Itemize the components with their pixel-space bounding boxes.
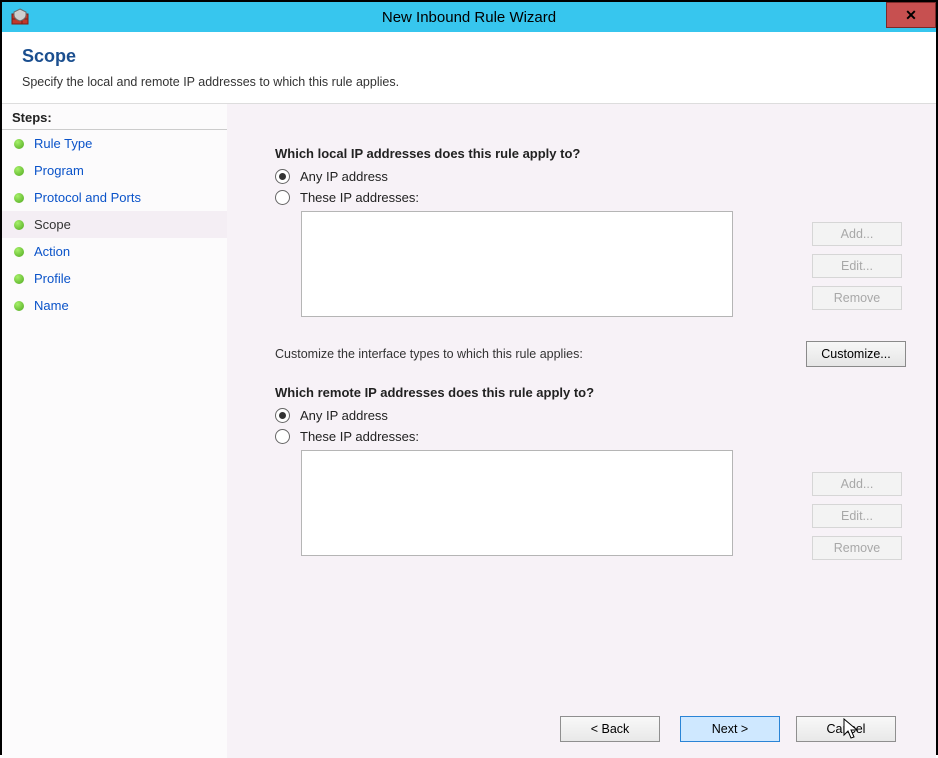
- title-bar[interactable]: New Inbound Rule Wizard ✕: [2, 2, 936, 32]
- step-rule-type[interactable]: Rule Type: [2, 130, 227, 157]
- step-bullet-icon: [14, 220, 24, 230]
- step-label: Program: [34, 163, 84, 178]
- cancel-button[interactable]: Cancel: [796, 716, 896, 742]
- remote-any-label: Any IP address: [300, 408, 388, 423]
- local-edit-button[interactable]: Edit...: [812, 254, 902, 278]
- remote-edit-button[interactable]: Edit...: [812, 504, 902, 528]
- remote-any-radio-row[interactable]: Any IP address: [275, 408, 906, 423]
- remote-buttons: Add... Edit... Remove: [812, 472, 902, 560]
- step-bullet-icon: [14, 139, 24, 149]
- remote-any-radio[interactable]: [275, 408, 290, 423]
- local-remove-button[interactable]: Remove: [812, 286, 902, 310]
- step-bullet-icon: [14, 166, 24, 176]
- customize-button[interactable]: Customize...: [806, 341, 906, 367]
- local-any-radio-row[interactable]: Any IP address: [275, 169, 906, 184]
- main-panel: Which local IP addresses does this rule …: [227, 103, 936, 758]
- back-button[interactable]: < Back: [560, 716, 660, 742]
- step-bullet-icon: [14, 247, 24, 257]
- remote-these-label: These IP addresses:: [300, 429, 419, 444]
- step-profile[interactable]: Profile: [2, 265, 227, 292]
- step-name[interactable]: Name: [2, 292, 227, 319]
- step-label: Profile: [34, 271, 71, 286]
- step-scope[interactable]: Scope: [2, 211, 227, 238]
- local-these-radio-row[interactable]: These IP addresses:: [275, 190, 906, 205]
- remote-these-radio-row[interactable]: These IP addresses:: [275, 429, 906, 444]
- step-label: Name: [34, 298, 69, 313]
- window-title: New Inbound Rule Wizard: [2, 9, 936, 26]
- local-add-button[interactable]: Add...: [812, 222, 902, 246]
- step-label: Rule Type: [34, 136, 92, 151]
- close-icon: ✕: [905, 7, 917, 24]
- remote-add-button[interactable]: Add...: [812, 472, 902, 496]
- customize-row: Customize the interface types to which t…: [275, 341, 906, 367]
- remote-remove-button[interactable]: Remove: [812, 536, 902, 560]
- next-button[interactable]: Next >: [680, 716, 780, 742]
- step-protocol-and-ports[interactable]: Protocol and Ports: [2, 184, 227, 211]
- local-ip-listbox[interactable]: [301, 211, 733, 317]
- remote-ip-listbox[interactable]: [301, 450, 733, 556]
- page-subtitle: Specify the local and remote IP addresse…: [22, 75, 916, 89]
- local-any-radio[interactable]: [275, 169, 290, 184]
- window-frame: New Inbound Rule Wizard ✕ Scope Specify …: [0, 0, 938, 755]
- local-question: Which local IP addresses does this rule …: [275, 146, 906, 161]
- customize-text: Customize the interface types to which t…: [275, 347, 806, 361]
- footer: < Back Next > Cancel: [227, 700, 936, 758]
- local-any-label: Any IP address: [300, 169, 388, 184]
- local-these-label: These IP addresses:: [300, 190, 419, 205]
- local-buttons: Add... Edit... Remove: [812, 222, 902, 310]
- page-header: Scope Specify the local and remote IP ad…: [2, 32, 936, 103]
- remote-these-radio[interactable]: [275, 429, 290, 444]
- steps-sidebar: Steps: Rule Type Program Protocol and Port…: [2, 103, 227, 758]
- step-bullet-icon: [14, 274, 24, 284]
- step-bullet-icon: [14, 301, 24, 311]
- step-label: Protocol and Ports: [34, 190, 141, 205]
- step-label: Action: [34, 244, 70, 259]
- step-label: Scope: [34, 217, 71, 232]
- page-title: Scope: [22, 46, 916, 67]
- step-bullet-icon: [14, 193, 24, 203]
- close-button[interactable]: ✕: [886, 2, 936, 28]
- step-program[interactable]: Program: [2, 157, 227, 184]
- remote-question: Which remote IP addresses does this rule…: [275, 385, 906, 400]
- steps-header: Steps:: [2, 104, 227, 130]
- local-these-radio[interactable]: [275, 190, 290, 205]
- step-action[interactable]: Action: [2, 238, 227, 265]
